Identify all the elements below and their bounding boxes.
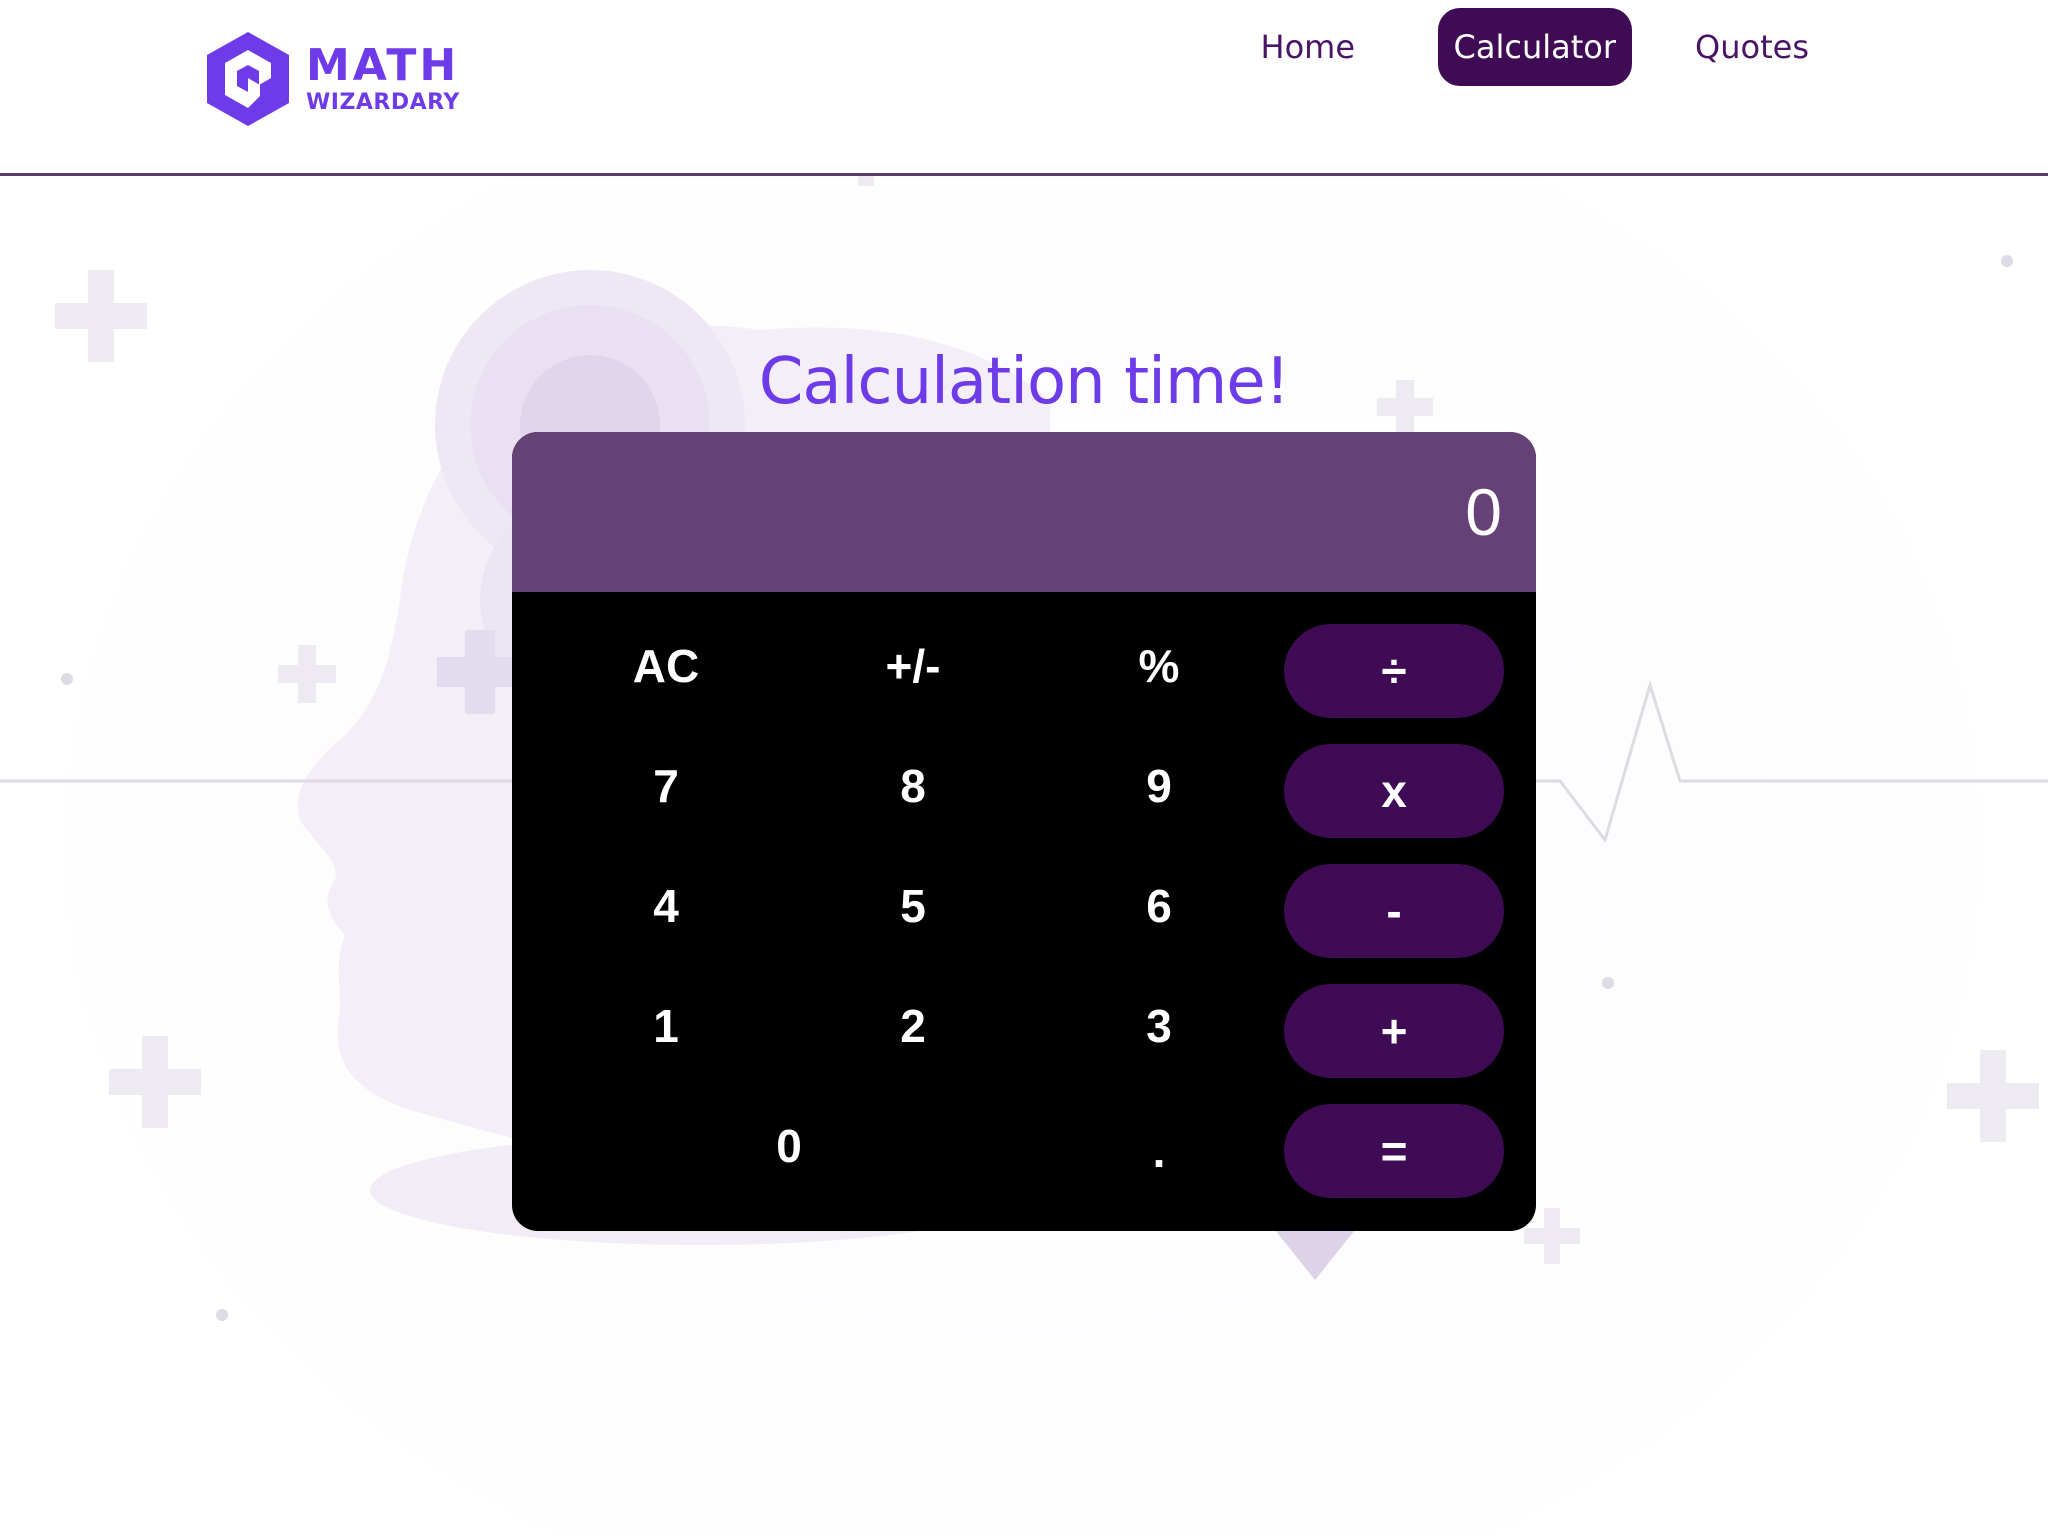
calculator-display: 0 [512, 432, 1536, 592]
calculator: 0 AC +/- % ÷ 7 8 9 x 4 5 6 - 1 2 3 + 0 . [512, 432, 1536, 1231]
key-2[interactable]: 2 [823, 979, 1003, 1073]
nav-home-link[interactable]: Home [1245, 8, 1372, 86]
hexagon-s-logo-icon [207, 32, 289, 126]
key-0[interactable]: 0 [576, 1099, 1002, 1193]
brand-subtitle: WIZARDARY [306, 90, 460, 115]
brand-logo[interactable]: MATH WIZARDARY [204, 30, 460, 128]
key-add[interactable]: + [1284, 984, 1504, 1078]
key-4[interactable]: 4 [576, 859, 756, 953]
key-5[interactable]: 5 [823, 859, 1003, 953]
site-header: MATH WIZARDARY Home Calculator Quotes [0, 0, 2048, 176]
calculator-keypad: AC +/- % ÷ 7 8 9 x 4 5 6 - 1 2 3 + 0 . = [512, 592, 1536, 1231]
nav-calculator-link[interactable]: Calculator [1437, 8, 1632, 86]
brand-title: MATH [306, 40, 460, 91]
key-decimal[interactable]: . [1069, 1104, 1249, 1198]
key-multiply[interactable]: x [1284, 744, 1504, 838]
key-all-clear[interactable]: AC [576, 619, 756, 713]
key-3[interactable]: 3 [1069, 979, 1249, 1073]
display-value: 0 [1465, 475, 1502, 549]
page: MATH WIZARDARY Home Calculator Quotes Ca… [0, 0, 2048, 1536]
brand-wordmark: MATH WIZARDARY [306, 44, 460, 114]
key-equals[interactable]: = [1284, 1104, 1504, 1198]
nav-quotes-link[interactable]: Quotes [1679, 8, 1825, 86]
key-subtract[interactable]: - [1284, 864, 1504, 958]
key-6[interactable]: 6 [1069, 859, 1249, 953]
key-9[interactable]: 9 [1069, 739, 1249, 833]
key-percent[interactable]: % [1069, 619, 1249, 713]
key-toggle-sign[interactable]: +/- [823, 619, 1003, 713]
key-7[interactable]: 7 [576, 739, 756, 833]
page-title: Calculation time! [758, 345, 1291, 419]
key-8[interactable]: 8 [823, 739, 1003, 833]
key-1[interactable]: 1 [576, 979, 756, 1073]
key-divide[interactable]: ÷ [1284, 624, 1504, 718]
